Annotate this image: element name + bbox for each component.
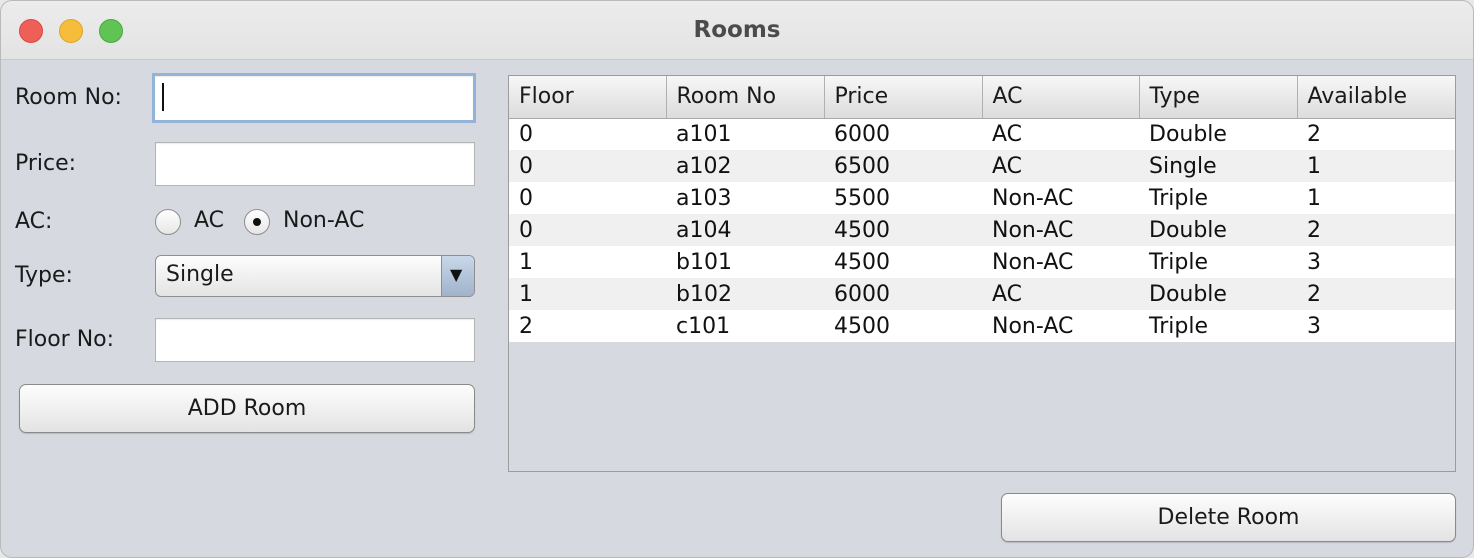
cell-available: 3 <box>1307 313 1321 339</box>
room-no-label: Room No: <box>15 85 122 110</box>
cell-room-no: a102 <box>676 153 732 179</box>
cell-floor: 1 <box>519 249 533 275</box>
cell-ac: Non-AC <box>992 217 1074 243</box>
non-ac-radio[interactable] <box>244 209 270 235</box>
cell-ac: AC <box>992 121 1023 147</box>
table-row[interactable]: 0 a102 6500 AC Single 1 <box>509 150 1455 182</box>
column-header-ac[interactable]: AC <box>982 76 1140 119</box>
rooms-table[interactable]: Floor Room No Price AC Type Available 0 … <box>508 75 1456 472</box>
cell-available: 3 <box>1307 249 1321 275</box>
table-row[interactable]: 0 a103 5500 Non-AC Triple 1 <box>509 182 1455 214</box>
cell-type: Double <box>1149 121 1227 147</box>
cell-available: 1 <box>1307 153 1321 179</box>
cell-ac: Non-AC <box>992 185 1074 211</box>
dropdown-arrow-icon[interactable]: ▼ <box>441 256 474 296</box>
column-header-room-no[interactable]: Room No <box>666 76 825 119</box>
cell-price: 6000 <box>834 121 890 147</box>
room-no-field[interactable] <box>152 73 476 123</box>
cell-available: 2 <box>1307 281 1321 307</box>
table-row[interactable]: 1 b101 4500 Non-AC Triple 3 <box>509 246 1455 278</box>
ac-radio[interactable] <box>155 209 181 235</box>
ac-label: AC: <box>15 209 53 234</box>
price-field[interactable] <box>155 142 475 186</box>
column-header-available[interactable]: Available <box>1297 76 1455 119</box>
cell-price: 4500 <box>834 313 890 339</box>
price-label: Price: <box>15 151 77 176</box>
cell-type: Double <box>1149 281 1227 307</box>
cell-ac: Non-AC <box>992 313 1074 339</box>
cell-type: Triple <box>1149 249 1208 275</box>
cell-floor: 1 <box>519 281 533 307</box>
type-combobox[interactable]: Single ▼ <box>155 255 475 297</box>
cell-floor: 2 <box>519 313 533 339</box>
title-bar: Rooms <box>1 1 1473 60</box>
cell-ac: AC <box>992 281 1023 307</box>
cell-room-no: a103 <box>676 185 732 211</box>
type-selected-value: Single <box>166 262 234 287</box>
table-row[interactable]: 2 c101 4500 Non-AC Triple 3 <box>509 310 1455 342</box>
column-header-type[interactable]: Type <box>1139 76 1298 119</box>
cell-available: 2 <box>1307 121 1321 147</box>
cell-room-no: b101 <box>676 249 732 275</box>
cell-type: Double <box>1149 217 1227 243</box>
delete-room-button[interactable]: Delete Room <box>1001 493 1456 542</box>
cell-floor: 0 <box>519 121 533 147</box>
window-title: Rooms <box>693 17 781 43</box>
cell-room-no: b102 <box>676 281 732 307</box>
ac-radio-label[interactable]: AC <box>194 208 224 233</box>
cell-ac: Non-AC <box>992 249 1074 275</box>
cell-available: 1 <box>1307 185 1321 211</box>
type-label: Type: <box>15 263 73 288</box>
cell-floor: 0 <box>519 153 533 179</box>
table-row[interactable]: 0 a104 4500 Non-AC Double 2 <box>509 214 1455 246</box>
cell-price: 4500 <box>834 217 890 243</box>
cell-room-no: a101 <box>676 121 732 147</box>
non-ac-radio-label[interactable]: Non-AC <box>283 208 364 233</box>
rooms-window: Rooms Room No: Price: AC: AC Non-AC Type… <box>0 0 1474 558</box>
cell-floor: 0 <box>519 217 533 243</box>
cell-price: 6000 <box>834 281 890 307</box>
floor-no-field[interactable] <box>155 318 475 362</box>
radio-selected-dot <box>253 218 261 226</box>
table-row[interactable]: 1 b102 6000 AC Double 2 <box>509 278 1455 310</box>
cell-price: 5500 <box>834 185 890 211</box>
floor-no-label: Floor No: <box>15 327 115 352</box>
cell-type: Triple <box>1149 185 1208 211</box>
cell-type: Triple <box>1149 313 1208 339</box>
table-header-row: Floor Room No Price AC Type Available <box>509 76 1455 119</box>
cell-room-no: c101 <box>676 313 731 339</box>
cell-price: 4500 <box>834 249 890 275</box>
cell-room-no: a104 <box>676 217 732 243</box>
cell-type: Single <box>1149 153 1217 179</box>
column-header-price[interactable]: Price <box>824 76 983 119</box>
cell-price: 6500 <box>834 153 890 179</box>
cell-ac: AC <box>992 153 1023 179</box>
cell-floor: 0 <box>519 185 533 211</box>
column-header-floor[interactable]: Floor <box>509 76 667 119</box>
cell-available: 2 <box>1307 217 1321 243</box>
text-caret <box>162 83 164 111</box>
add-room-button[interactable]: ADD Room <box>19 384 475 433</box>
table-row[interactable]: 0 a101 6000 AC Double 2 <box>509 118 1455 150</box>
